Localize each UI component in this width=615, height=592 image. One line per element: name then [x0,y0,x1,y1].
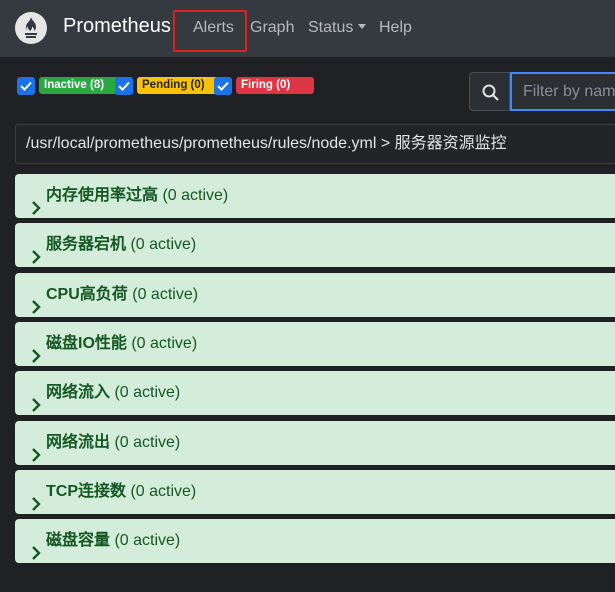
caret-down-icon [358,24,367,29]
rule-group-title: 服务器宕机 (0 active) [46,223,196,267]
nav-status-dropdown[interactable]: Status [308,19,367,37]
rule-group-active-count: (0 active) [110,384,181,402]
firing-badge[interactable]: Firing (0) [236,77,314,94]
rule-group-name: CPU高负荷 [46,285,128,303]
rule-group-active-count: (0 active) [110,532,181,550]
filter-search-input[interactable] [510,72,615,111]
nav-status-label: Status [308,19,354,36]
rule-group-title: 网络流出 (0 active) [46,421,180,465]
nav-graph[interactable]: Graph [250,19,294,37]
rule-group-active-count: (0 active) [126,482,197,500]
rule-group-title: 内存使用率过高 (0 active) [46,174,228,218]
rule-group-row[interactable]: 磁盘容量 (0 active) [15,519,615,564]
rule-group-active-count: (0 active) [126,236,197,254]
chevron-right-icon [31,534,41,578]
search-icon [482,84,499,101]
prometheus-logo-icon[interactable] [15,12,47,44]
rule-group-name: 磁盘IO性能 [46,334,127,352]
rule-group-row[interactable]: CPU高负荷 (0 active) [15,272,615,317]
rule-group-active-count: (0 active) [127,285,199,303]
check-icon [20,81,32,91]
check-icon [217,81,229,91]
highlight-annotation-box [173,10,247,52]
rule-group-title: CPU高负荷 (0 active) [46,273,198,317]
pending-checkbox[interactable] [115,77,133,95]
firing-checkbox[interactable] [214,77,232,95]
rule-group-name: 服务器宕机 [46,236,127,254]
rule-group-name: TCP连接数 [46,482,127,500]
rule-group-title: 磁盘IO性能 (0 active) [46,322,197,366]
nav-help[interactable]: Help [379,19,412,37]
rule-group-name: 磁盘容量 [46,532,111,550]
rule-group-name: 内存使用率过高 [46,187,159,204]
rule-group-row[interactable]: 网络流入 (0 active) [15,371,615,416]
rule-group-active-count: (0 active) [126,334,198,352]
rule-group-active-count: (0 active) [158,187,229,204]
inactive-checkbox[interactable] [17,77,35,95]
rule-group-row[interactable]: TCP连接数 (0 active) [15,469,615,514]
check-icon [118,81,130,91]
brand-title[interactable]: Prometheus [63,15,171,38]
rule-group-row[interactable]: 内存使用率过高 (0 active) [15,174,615,218]
navbar: Prometheus Alerts Graph Status Help [0,0,615,57]
rule-group-name: 网络流出 [46,433,111,451]
rule-group-title: 磁盘容量 (0 active) [46,519,180,563]
search-button[interactable] [469,72,510,111]
rule-file-header: /usr/local/prometheus/prometheus/rules/n… [15,124,615,164]
rule-group-row[interactable]: 服务器宕机 (0 active) [15,223,615,268]
rule-group-active-count: (0 active) [110,433,181,451]
rule-group-title: TCP连接数 (0 active) [46,470,196,514]
rule-group-title: 网络流入 (0 active) [46,371,180,415]
rule-group-name: 网络流入 [46,384,111,402]
rule-group-row[interactable]: 网络流出 (0 active) [15,420,615,465]
pending-badge[interactable]: Pending (0) [137,77,225,94]
rule-group-row[interactable]: 磁盘IO性能 (0 active) [15,321,615,366]
